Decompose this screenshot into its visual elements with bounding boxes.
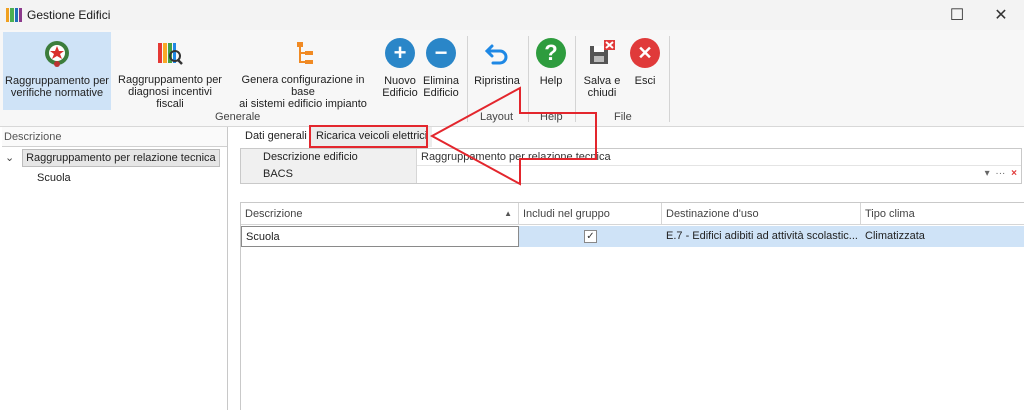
chevron-down-icon[interactable]: ⌄ (5, 149, 19, 167)
emblem-icon (40, 36, 74, 70)
tree-header: Descrizione (2, 127, 227, 147)
annotation-highlight-box (309, 125, 428, 148)
button-label: Nuovo (384, 75, 416, 87)
sort-ascending-icon: ▲ (504, 209, 512, 218)
button-label: Edificio (382, 87, 418, 99)
ellipsis-icon[interactable]: ··· (995, 168, 1005, 179)
nuovo-edificio-button[interactable]: + Nuovo Edificio (380, 32, 420, 110)
title-bar: Gestione Edifici ☐ ✕ (0, 0, 1024, 30)
button-label: Raggruppamento per (118, 74, 222, 86)
tree-node-label: Scuola (37, 172, 71, 184)
close-window-button[interactable]: ✕ (978, 0, 1024, 30)
button-label: verifiche normative (10, 87, 104, 99)
buildings-table: Descrizione ▲ Includi nel gruppo Destina… (240, 202, 1024, 410)
minus-circle-icon: − (424, 36, 458, 70)
cell-tipo-clima[interactable]: Climatizzata (861, 226, 1024, 247)
include-checkbox[interactable]: ✓ (584, 230, 597, 243)
button-label: Genera configurazione in base (241, 74, 365, 98)
property-row-descrizione[interactable]: Descrizione edificio Raggruppamento per … (241, 149, 1021, 166)
column-header-tipo-clima[interactable]: Tipo clima (861, 203, 1024, 225)
column-label: Tipo clima (865, 208, 915, 220)
property-name: BACS (241, 166, 417, 183)
genera-configurazione-button[interactable]: Genera configurazione in base ai sistemi… (229, 32, 377, 110)
property-grid: Descrizione edificio Raggruppamento per … (240, 148, 1022, 184)
maximize-icon: ☐ (949, 7, 965, 24)
tree-node-scuola[interactable]: Scuola (34, 169, 71, 187)
save-close-icon (585, 36, 619, 70)
checkmark-icon: ✓ (586, 231, 595, 242)
tab-dati-generali[interactable]: Dati generali (240, 127, 310, 147)
column-label: Destinazione d'uso (666, 208, 759, 220)
property-row-bacs[interactable]: BACS ▾ ··· × (241, 166, 1021, 183)
plus-circle-icon: + (383, 36, 417, 70)
tree-node-raggruppamento[interactable]: ⌄ Raggruppamento per relazione tecnica (2, 149, 226, 167)
app-icon (6, 8, 22, 22)
window-title: Gestione Edifici (27, 8, 111, 22)
tree-node-label: Raggruppamento per relazione tecnica (22, 149, 220, 167)
close-icon: ✕ (994, 7, 1008, 24)
bars-magnifier-icon (153, 36, 187, 69)
button-label: Raggruppamento per (5, 75, 109, 87)
cell-includi[interactable]: ✓ (519, 226, 662, 247)
cell-descrizione[interactable]: Scuola (241, 226, 519, 247)
tree-structure-icon (286, 36, 320, 69)
group-label-generale: Generale (215, 111, 261, 123)
raggruppamento-verifiche-button[interactable]: Raggruppamento per verifiche normative (3, 32, 111, 110)
raggruppamento-diagnosi-button[interactable]: Raggruppamento per diagnosi incentivi fi… (114, 32, 226, 110)
column-header-includi[interactable]: Includi nel gruppo (519, 203, 662, 225)
column-header-destinazione[interactable]: Destinazione d'uso (662, 203, 861, 225)
maximize-button[interactable]: ☐ (934, 0, 980, 30)
tab-label: Dati generali (245, 130, 307, 142)
tree-panel: Descrizione ⌄ Raggruppamento per relazio… (2, 127, 228, 410)
column-label: Descrizione (245, 208, 303, 220)
undo-arrow-icon (480, 36, 514, 70)
question-circle-icon: ? (534, 36, 568, 70)
clear-icon[interactable]: × (1011, 168, 1017, 179)
divider (669, 36, 670, 122)
column-header-descrizione[interactable]: Descrizione ▲ (241, 203, 519, 225)
column-label: Includi nel gruppo (523, 208, 610, 220)
annotation-arrow-icon (429, 86, 597, 186)
esci-button[interactable]: ✕ Esci (627, 32, 663, 110)
group-label-file: File (614, 111, 632, 123)
dropdown-icon[interactable]: ▾ (985, 168, 990, 179)
close-circle-icon: ✕ (628, 36, 662, 70)
table-row[interactable]: Scuola ✓ E.7 - Edifici adibiti ad attivi… (241, 226, 1024, 247)
button-label: diagnosi incentivi fiscali (128, 86, 212, 110)
cell-destinazione[interactable]: E.7 - Edifici adibiti ad attività scolas… (662, 226, 861, 247)
button-label: Esci (634, 75, 656, 87)
bacs-controls: ▾ ··· × (985, 166, 1017, 183)
property-name: Descrizione edificio (241, 149, 417, 166)
button-label: ai sistemi edificio impianto (239, 98, 367, 110)
property-value[interactable] (419, 166, 421, 183)
